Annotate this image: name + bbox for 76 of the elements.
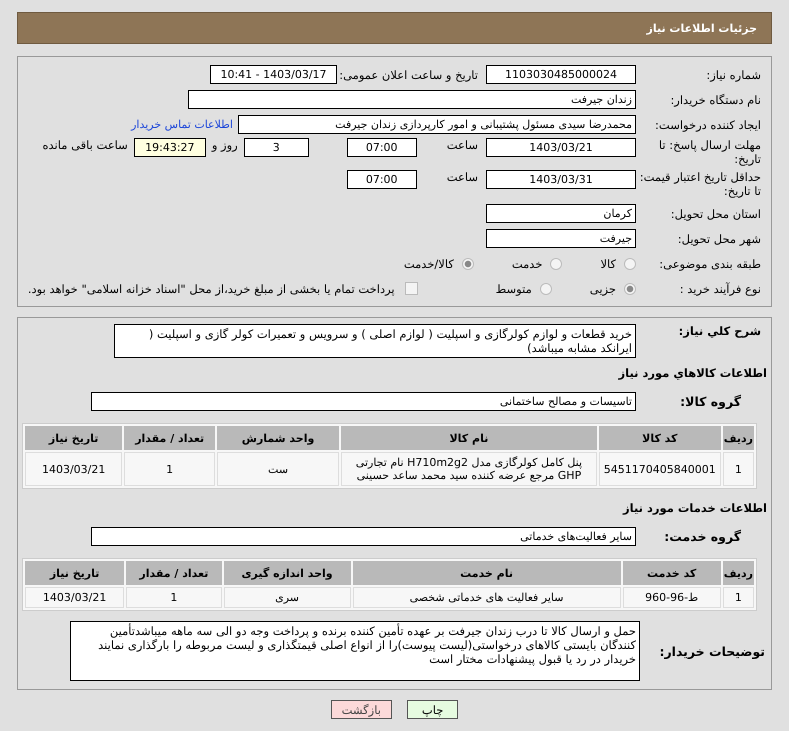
radio-button[interactable]: [550, 258, 562, 270]
buyer-org-field: زندان جیرفت: [188, 90, 636, 109]
radio-label: کالا: [600, 256, 616, 270]
column-header: تعداد / مقدار: [126, 561, 222, 585]
description-box: خرید قطعات و لوازم کولرگازی و اسپلیت ( لوازم اصلی ) و سرویس و تعمیرات کولر گازی و اسپلیت ( ایرانکد مشابه میباشد): [114, 324, 636, 358]
print-button[interactable]: چاپ: [406, 700, 458, 719]
section-heading: اطلاعات خدمات مورد نیاز: [622, 500, 768, 517]
field-label: شهر محل تحویل:: [676, 232, 762, 246]
table-cell: سری: [224, 587, 351, 608]
table-cell: ست: [217, 452, 340, 486]
column-header: تعداد / مقدار: [124, 426, 216, 450]
column-header: نام کالا: [341, 426, 597, 450]
section-heading: اطلاعات كالاهاي مورد نياز: [617, 365, 768, 382]
field-label: مهلت ارسال پاسخ: تا تاریخ:: [658, 138, 762, 166]
radio-button[interactable]: [462, 258, 474, 270]
radio-label: متوسط: [496, 282, 532, 296]
table-cell: 1403/03/21: [25, 452, 122, 486]
field-label: نوع فرآیند خرید :: [678, 282, 762, 296]
field-label: شماره نیاز:: [705, 68, 762, 82]
field-label: گروه کالا:: [679, 394, 742, 409]
time-label: ساعت: [446, 170, 478, 184]
radio-label: کالا/خدمت: [404, 256, 454, 270]
city-field: جیرفت: [486, 229, 636, 248]
table-cell: سایر فعالیت های خدماتی شخصی: [352, 587, 621, 608]
requester-field: محمدرضا سیدی مسئول پشتیبانی و امور کارپردازی زندان جیرفت: [238, 115, 636, 134]
field-label: استان محل تحویل:: [670, 206, 762, 220]
field-label: شرح كلي نياز:: [678, 324, 762, 338]
field-label: حداقل تاریخ اعتبار قیمت: تا تاریخ:: [638, 170, 762, 198]
buyer-notes-box: حمل و ارسال کالا تا درب زندان جیرفت بر عهده تأمین کننده برنده و پرداخت وجه دو الی سه ماهه میباشدتأمین کنندگان بایستی کالاهای درخواستی(لیست پیوست)را از انواع اصلی قیمتگذاری و لیست مربوطه را بارگذاری نمایند خریدار در رد یا قبول پیشنهادات مختار است: [70, 621, 640, 681]
group-field: سایر فعالیت‌های خدماتی: [91, 527, 636, 546]
field-label: توضیحات خریدار:: [658, 644, 766, 658]
table-cell: 1: [722, 587, 754, 608]
table-cell: 1: [126, 587, 222, 608]
column-header: واحد اندازه گیری: [224, 561, 351, 585]
column-header: تاریخ نیاز: [25, 426, 122, 450]
deadline-time-field: 07:00: [346, 138, 417, 157]
checkbox-label: پرداخت تمام یا بخشی از مبلغ خرید،از محل "اسناد خزانه اسلامی" خواهد بود.: [28, 282, 395, 296]
page-title: جزئیات اطلاعات نیاز: [646, 22, 757, 34]
column-header: تاریخ نیاز: [25, 561, 124, 585]
column-header: کد خدمت: [622, 561, 721, 585]
radio-button[interactable]: [624, 282, 636, 294]
table-cell: 1403/03/21: [25, 587, 124, 608]
time-label: ساعت: [446, 138, 478, 152]
need-number-field: 1103030485000024: [486, 65, 636, 84]
table-cell: ط-96-960: [622, 587, 721, 608]
contact-link[interactable]: اطلاعات تماس خریدار: [131, 118, 233, 131]
radio-button[interactable]: [624, 258, 636, 270]
table-cell: 5451170405840001: [598, 452, 721, 486]
deadline-date-field: 1403/03/21: [486, 138, 636, 157]
column-header: واحد شمارش: [217, 426, 340, 450]
days-field: 3: [244, 138, 309, 157]
radio-label: خدمت: [512, 256, 542, 270]
column-header: نام خدمت: [352, 561, 621, 585]
remaining-label: ساعت باقی مانده: [42, 138, 128, 152]
field-label: نام دستگاه خریدار:: [669, 92, 762, 106]
field-label: طبقه بندی موضوعی:: [658, 256, 762, 270]
column-header: ردیف: [722, 561, 754, 585]
table-cell: پنل کامل کولرگازی مدل H710m2g2 نام تجارتی GHP مرجع عرضه کننده سید محمد ساعد حسینی: [341, 452, 597, 486]
remaining-time-field: 19:43:27: [134, 138, 206, 157]
announce-date-field: 1403/03/17 - 10:41: [210, 65, 337, 84]
province-field: کرمان: [486, 204, 636, 223]
table-cell: 1: [722, 452, 754, 486]
checkbox[interactable]: [404, 282, 418, 295]
radio-button[interactable]: [540, 282, 552, 294]
column-header: کد کالا: [598, 426, 721, 450]
field-label: تاریخ و ساعت اعلان عمومی:: [343, 68, 478, 82]
table-cell: 1: [124, 452, 216, 486]
back-button[interactable]: بازگشت: [330, 700, 392, 719]
validity-date-field: 1403/03/31: [486, 170, 636, 189]
field-label: ایجاد کننده درخواست:: [654, 118, 762, 132]
days-label: روز و: [212, 138, 238, 152]
validity-time-field: 07:00: [346, 170, 417, 189]
column-header: ردیف: [722, 426, 754, 450]
radio-label: جزیی: [590, 282, 616, 296]
field-label: گروه خدمت:: [663, 529, 742, 544]
group-field: تاسیسات و مصالح ساختمانی: [91, 392, 636, 411]
